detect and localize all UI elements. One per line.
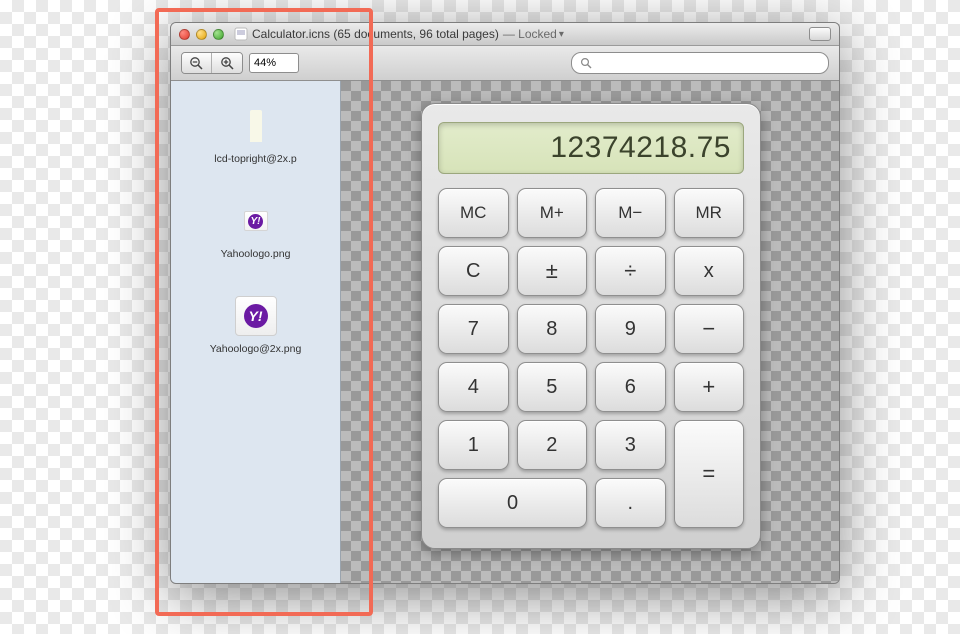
- calculator-image: 12374218.75 MC M+ M− MR C ± ÷ x 7 8 9 −: [421, 103, 761, 549]
- key-dot: .: [595, 478, 666, 528]
- traffic-lights: [179, 29, 224, 40]
- key-minus: −: [674, 304, 745, 354]
- key-m-minus: M−: [595, 188, 666, 238]
- key-7: 7: [438, 304, 509, 354]
- key-plusminus: ±: [517, 246, 588, 296]
- thumbnail-item[interactable]: Y! Yahoologo@2x.png: [175, 295, 336, 356]
- key-equals: =: [674, 420, 745, 528]
- thumbnail-label: Yahoologo@2x.png: [210, 343, 302, 356]
- key-multiply: x: [674, 246, 745, 296]
- close-button[interactable]: [179, 29, 190, 40]
- yahoo-icon: Y!: [244, 211, 268, 231]
- key-5: 5: [517, 362, 588, 412]
- calculator-keypad: MC M+ M− MR C ± ÷ x 7 8 9 − 4 5: [438, 188, 744, 528]
- window-title-meta: (65 documents, 96 total pages): [333, 27, 498, 41]
- key-9: 9: [595, 304, 666, 354]
- key-mr: MR: [674, 188, 745, 238]
- chevron-down-icon[interactable]: ▾: [559, 29, 564, 40]
- zoom-value-field[interactable]: [249, 53, 299, 73]
- lcd-thumbnail-icon: [250, 110, 262, 142]
- key-mc: MC: [438, 188, 509, 238]
- key-2: 2: [517, 420, 588, 470]
- yahoo-icon: Y!: [235, 296, 277, 336]
- key-3: 3: [595, 420, 666, 470]
- key-1: 1: [438, 420, 509, 470]
- zoom-segment: [181, 52, 243, 74]
- window-title-filename: Calculator.icns: [252, 27, 330, 41]
- zoom-out-button[interactable]: [182, 53, 212, 73]
- key-0: 0: [438, 478, 587, 528]
- titlebar: Calculator.icns (65 documents, 96 total …: [171, 23, 839, 46]
- key-divide: ÷: [595, 246, 666, 296]
- key-8: 8: [517, 304, 588, 354]
- search-field[interactable]: [571, 52, 829, 74]
- thumbnail-item[interactable]: lcd-topright@2x.p: [175, 105, 336, 166]
- zoom-button[interactable]: [213, 29, 224, 40]
- search-icon: [580, 57, 592, 69]
- zoom-in-button[interactable]: [212, 53, 242, 73]
- key-plus: +: [674, 362, 745, 412]
- key-4: 4: [438, 362, 509, 412]
- document-canvas[interactable]: 12374218.75 MC M+ M− MR C ± ÷ x 7 8 9 −: [341, 81, 839, 583]
- thumbnail-label: Yahoologo.png: [221, 248, 291, 261]
- key-clear: C: [438, 246, 509, 296]
- toolbar: [171, 46, 839, 81]
- preview-window: Calculator.icns (65 documents, 96 total …: [170, 22, 840, 584]
- search-input[interactable]: [598, 56, 820, 70]
- zoom-out-icon: [189, 56, 204, 71]
- thumbnail-item[interactable]: Y! Yahoologo.png: [175, 200, 336, 261]
- zoom-in-icon: [220, 56, 235, 71]
- minimize-button[interactable]: [196, 29, 207, 40]
- proxy-icon: [234, 27, 248, 41]
- key-m-plus: M+: [517, 188, 588, 238]
- locked-label[interactable]: — Locked: [503, 27, 557, 41]
- fullscreen-button[interactable]: [809, 27, 831, 41]
- thumbnail-sidebar[interactable]: lcd-topright@2x.p Y! Yahoologo.png Y! Ya…: [171, 81, 341, 583]
- thumbnail-label: lcd-topright@2x.p: [214, 153, 296, 166]
- calculator-display: 12374218.75: [438, 122, 744, 174]
- key-6: 6: [595, 362, 666, 412]
